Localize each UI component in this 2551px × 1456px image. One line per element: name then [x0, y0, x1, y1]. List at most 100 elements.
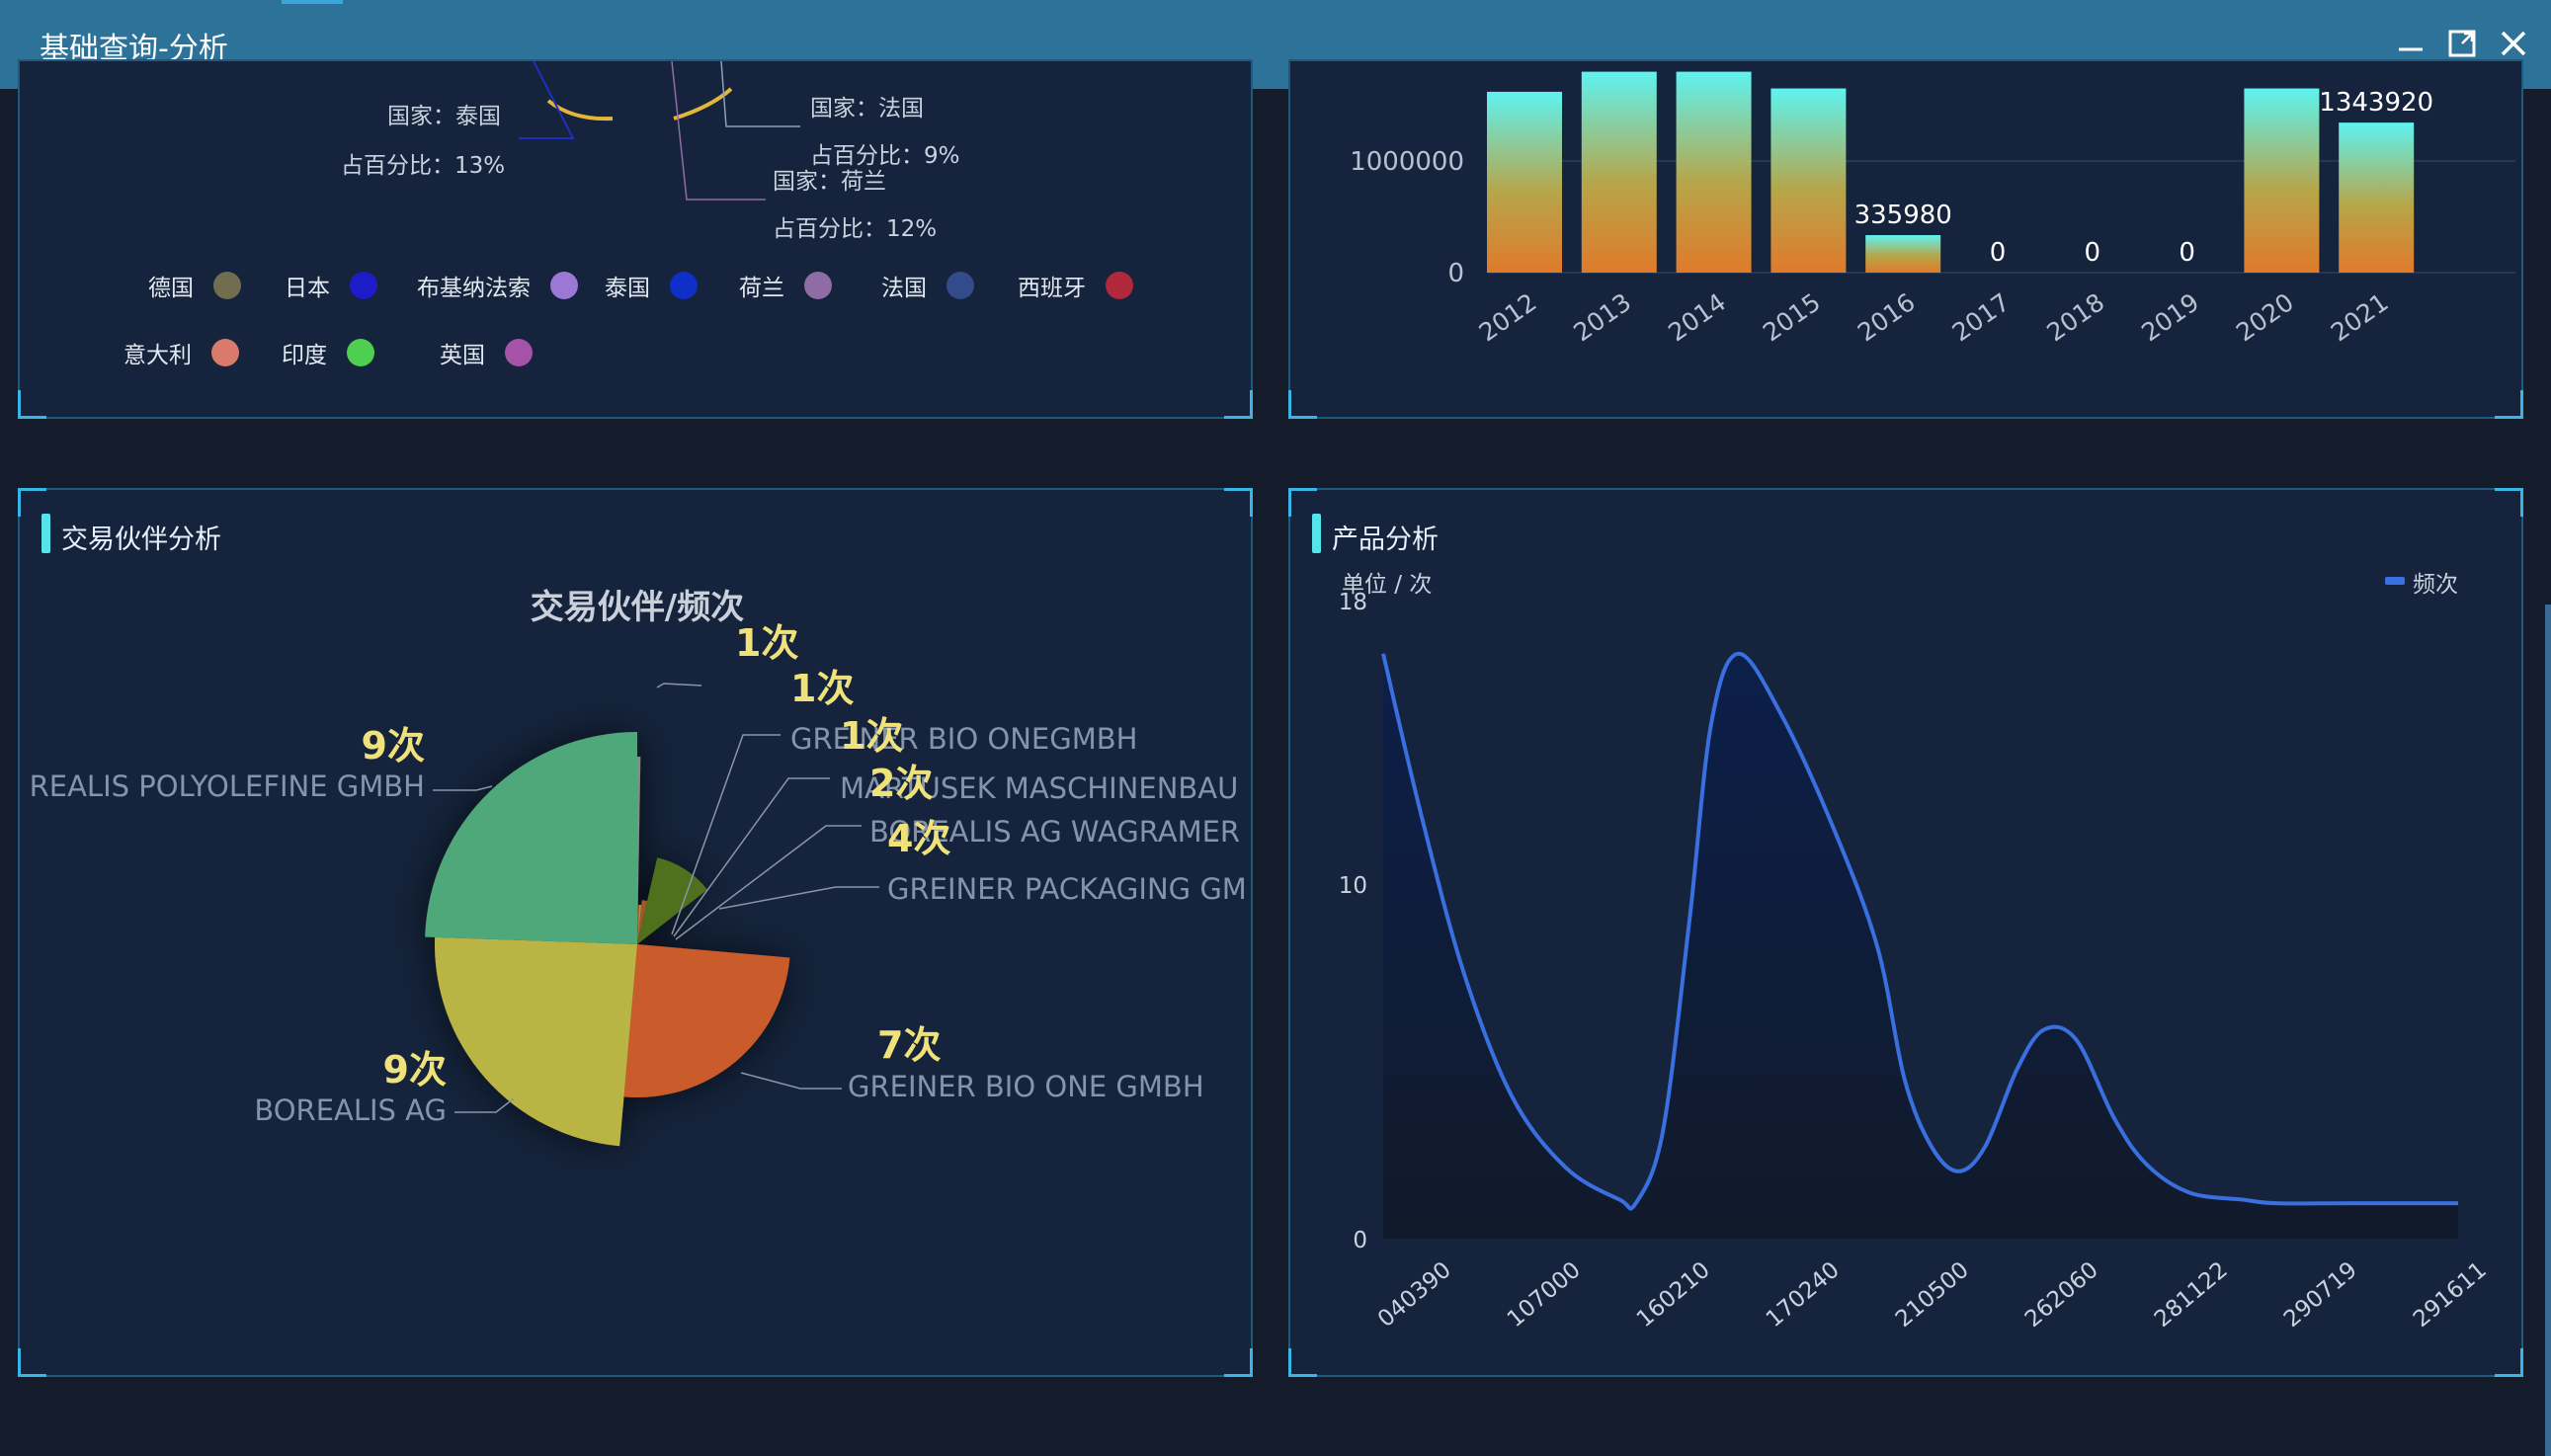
legend-color-dot [1106, 272, 1133, 299]
legend-item[interactable]: 布基纳法索 [417, 269, 578, 302]
pie-label-line [740, 1072, 842, 1090]
close-icon[interactable] [2494, 24, 2533, 63]
bar-value-label: 0 [1990, 238, 2007, 268]
x-tick-label: 2019 [2136, 287, 2204, 347]
pie-slice[interactable] [425, 732, 637, 944]
series-line[interactable] [1381, 651, 2458, 1211]
scrollbar[interactable] [2545, 605, 2551, 1456]
legend-color-dot [550, 272, 578, 299]
legend-color-dot [213, 272, 241, 299]
pie-slice-count: 1次 [735, 621, 798, 665]
bar-value-label: 335980 [1854, 201, 1952, 230]
percent-label-netherlands: 占百分比：12% [773, 216, 938, 242]
pie-title: 交易伙伴/频次 [531, 588, 744, 627]
x-tick-label: 262060 [2020, 1257, 2103, 1333]
pie-slice-count: 9次 [362, 724, 425, 768]
legend-color-dot [670, 272, 698, 299]
partner-panel: 交易伙伴分析 交易伙伴/频次 GREINER BIO ONE GMBH 7次 BOR… [18, 488, 1253, 1377]
country-label-france: 国家：法国 [810, 96, 924, 121]
legend-item[interactable]: 印度 [282, 336, 374, 369]
pie-slice-count: 7次 [877, 1023, 941, 1067]
minimize-icon[interactable] [2391, 24, 2430, 63]
legend-item[interactable]: 英国 [440, 336, 533, 369]
bar[interactable] [1865, 235, 1941, 273]
bar[interactable] [2339, 122, 2415, 273]
legend-item[interactable]: 意大利 [123, 336, 239, 369]
x-tick-label: 2012 [1474, 287, 1542, 347]
titlebar-accent [282, 0, 343, 4]
y-tick-label: 18 [1339, 590, 1367, 615]
legend-item-label: 布基纳法索 [417, 276, 531, 301]
legend-item-label: 日本 [285, 276, 330, 301]
legend-item-label: 德国 [148, 276, 194, 301]
partner-pie-chart: 交易伙伴/频次 GREINER BIO ONE GMBH7次 BOREALIS A… [30, 588, 1247, 1147]
x-tick-label: 2020 [2231, 287, 2299, 347]
maximize-icon[interactable] [2442, 24, 2482, 63]
x-tick-label: 210500 [1891, 1257, 1974, 1333]
x-tick-label: 2013 [1568, 287, 1636, 347]
x-tick-label: 2014 [1663, 287, 1731, 347]
legend-color-dot [347, 339, 374, 366]
bar[interactable] [1487, 91, 1562, 273]
legend-item-label: 印度 [282, 343, 327, 368]
product-panel: 产品分析 单位 / 次 频次 18 10 0 040390 107000 160210 17… [1288, 488, 2523, 1377]
legend-item[interactable]: 西班牙 [1018, 269, 1133, 302]
pie-slice-count: 2次 [869, 762, 933, 805]
legend-item[interactable]: 法国 [881, 269, 974, 302]
pie-label-line [673, 777, 830, 937]
bar-value-label: 0 [2179, 238, 2195, 268]
country-panel: 国家：泰国 占百分比：13% 国家：法国 占百分比：9% 国家：荷兰 占百分比：… [18, 59, 1253, 419]
pie-label-line [718, 886, 879, 910]
pie-label-line [675, 825, 862, 940]
legend-item[interactable]: 日本 [285, 269, 377, 302]
bar[interactable] [2244, 88, 2320, 273]
legend-color-dot [211, 339, 239, 366]
country-label-netherlands: 国家：荷兰 [773, 169, 886, 195]
legend-item-label: 意大利 [123, 343, 192, 368]
x-tick-label: 291611 [2409, 1257, 2492, 1333]
bar-value-label: 1343920 [2319, 88, 2433, 118]
x-tick-label: 2016 [1852, 287, 1921, 347]
pie-slice-count: 4次 [887, 817, 950, 860]
pie-label-line [454, 1097, 515, 1113]
legend-item-label: 法国 [881, 276, 927, 301]
legend-color-dot [804, 272, 832, 299]
x-tick-label: 2017 [1947, 287, 2016, 347]
legend-item-label: 荷兰 [739, 276, 784, 301]
pie-label-line [656, 683, 702, 688]
x-tick-label: 170240 [1762, 1257, 1845, 1333]
legend-color-dot [946, 272, 974, 299]
bar[interactable] [1581, 71, 1657, 273]
bar[interactable] [1770, 88, 1847, 273]
legend-item[interactable]: 德国 [148, 269, 241, 302]
legend-item-label: 西班牙 [1018, 276, 1086, 301]
pie-slice-name: BOREALIS AG [254, 1093, 447, 1127]
y-tick-label: 0 [1353, 1228, 1367, 1254]
pie-slice[interactable] [435, 936, 637, 1147]
pie-slice-count: 1次 [840, 714, 903, 758]
legend-item[interactable]: 荷兰 [739, 269, 832, 302]
x-tick-label: 160210 [1632, 1257, 1715, 1333]
bar-value-label: 0 [2085, 238, 2101, 268]
y-tick-label: 0 [1447, 259, 1464, 288]
pie-slice-count: 9次 [383, 1048, 447, 1092]
x-tick-label: 040390 [1373, 1257, 1456, 1333]
country-label-thailand: 国家：泰国 [387, 104, 501, 129]
legend-color-dot [350, 272, 377, 299]
legend-item-label: 泰国 [605, 276, 650, 301]
pie-slices [425, 732, 790, 1147]
pie-slice[interactable] [623, 944, 790, 1097]
x-tick-label: 2015 [1758, 287, 1826, 347]
product-area-chart: 18 10 0040390 107000 160210 170240 210500 26206… [1339, 590, 2492, 1333]
yearly-bar-chart: 1000000 0 2012 2013 2014 2015 335980 2016 0 2017 0… [1350, 71, 2515, 347]
yearly-panel: 1000000 0 2012 2013 2014 2015 335980 2016 0 2017 0… [1288, 59, 2523, 419]
percent-label-thailand: 占百分比：13% [341, 153, 506, 179]
legend-item-label: 英国 [440, 343, 485, 368]
legend-item[interactable]: 泰国 [605, 269, 698, 302]
x-tick-label: 281122 [2150, 1257, 2233, 1333]
x-tick-label: 2018 [2041, 287, 2109, 347]
pie-label-line [433, 785, 493, 791]
pie-slice-name: GREINER BIO ONE GMBH [848, 1070, 1204, 1103]
bar[interactable] [1676, 71, 1752, 273]
x-tick-label: 2021 [2326, 287, 2394, 347]
